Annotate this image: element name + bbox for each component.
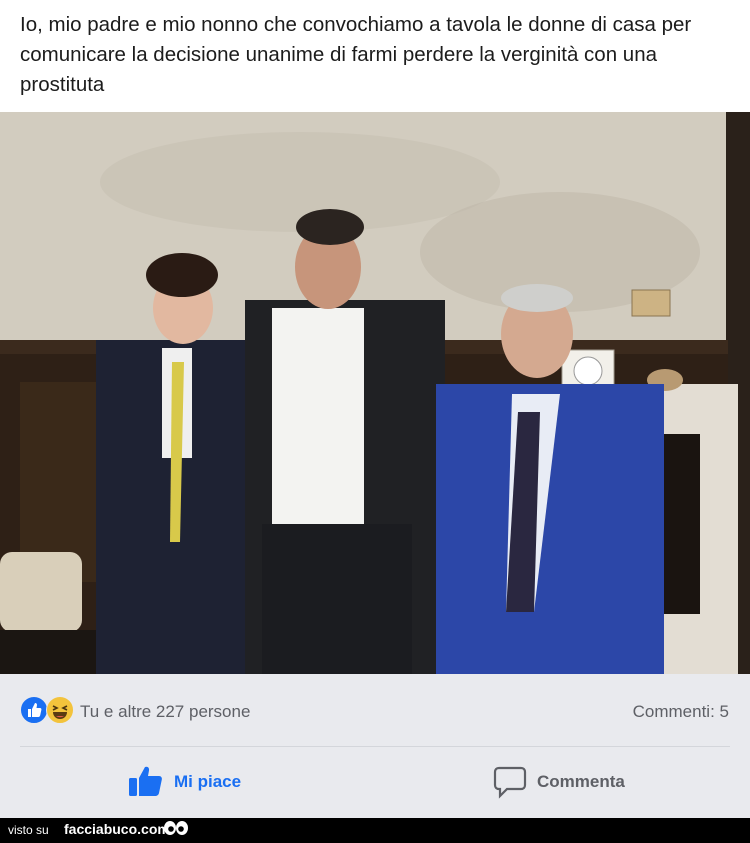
watermark-footer: visto su facciabuco.com [0, 818, 750, 843]
comment-icon [493, 766, 527, 799]
thumbs-up-icon [129, 766, 162, 796]
comment-button[interactable]: Commenta [493, 764, 643, 800]
divider [20, 746, 730, 747]
like-label: Mi piace [174, 772, 242, 791]
photo-illustration [0, 112, 750, 674]
comment-label: Commenta [537, 772, 625, 791]
reactions-summary[interactable]: Tu e altre 227 persone [80, 702, 250, 722]
reaction-icons[interactable] [20, 696, 76, 724]
post-photo[interactable] [0, 112, 750, 674]
post-caption: Io, mio padre e mio nonno che convochiam… [0, 0, 750, 112]
comments-count[interactable]: Commenti: 5 [633, 702, 729, 722]
reactions-bar: Tu e altre 227 persone Commenti: 5 [0, 674, 750, 746]
action-bar: Mi piace Commenta [0, 746, 750, 818]
footer-site[interactable]: facciabuco.com [64, 821, 170, 837]
footer-visto: visto su [8, 823, 49, 837]
haha-icon [46, 696, 74, 724]
caption-text: Io, mio padre e mio nonno che convochiam… [20, 13, 692, 96]
eyes-logo-icon [164, 821, 188, 835]
like-button[interactable]: Mi piace [128, 764, 258, 800]
like-icon [20, 696, 48, 724]
